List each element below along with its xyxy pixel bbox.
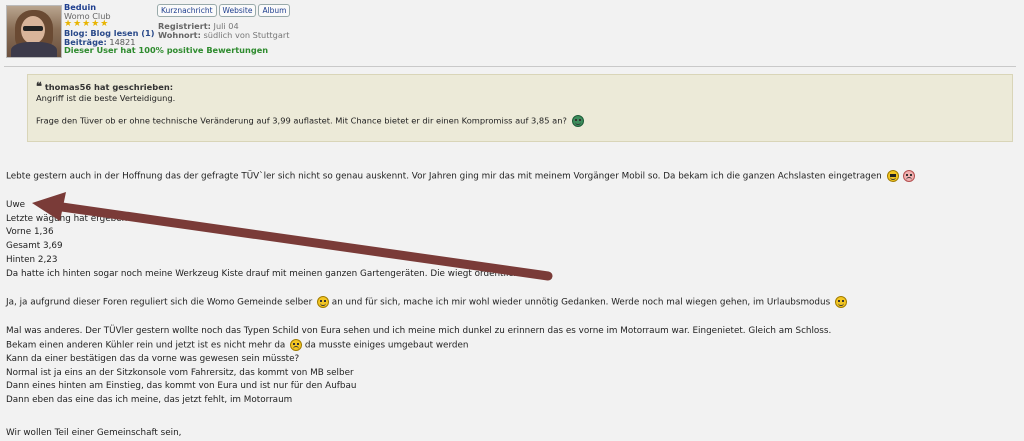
quote-author: thomas56 hat geschrieben:	[44, 82, 174, 92]
post-divider	[4, 66, 1016, 67]
quote-line-1: Angriff ist die beste Verteidigung.	[36, 93, 176, 103]
quote-mark-icon: ❝	[36, 80, 42, 93]
positive-rating: Dieser User hat 100% positive Bewertunge…	[64, 45, 269, 56]
post-line-uwe: Uwe	[6, 200, 26, 210]
user-avatar[interactable]	[6, 5, 62, 58]
post-line-total: Gesamt 3,69	[6, 241, 63, 252]
residence-label: Wohnort:	[158, 30, 201, 40]
post-line-p6: Normal ist ja eins an der Sitzkonsole vo…	[6, 367, 354, 378]
post-paragraph-2: Ja, ja aufgrund dieser Foren reguliert s…	[6, 296, 847, 310]
post-line-p5: Kann da einer bestätigen das da vorne wa…	[6, 353, 300, 364]
profile-buttons: Kurznachricht Website Album	[157, 4, 291, 17]
album-button[interactable]: Album	[258, 4, 291, 17]
green-smiley-icon	[571, 115, 584, 127]
sad-smiley-icon	[903, 170, 916, 182]
registration-info: Registriert: Juli 04 Wohnort: südlich vo…	[158, 22, 289, 40]
worried-smiley-icon	[290, 338, 303, 351]
quote-line-2: Frage den Tüver ob er ohne technische Ve…	[36, 115, 567, 126]
post-line-p4a: Bekam einen anderen Kühler rein und jetz…	[6, 340, 286, 351]
post-text-1: Lebte gestern auch in der Hoffnung das d…	[6, 171, 882, 182]
post-weights-block: Uwe Letzte wägung hat ergeben Vorne 1,36…	[6, 199, 519, 281]
post-line-p7: Dann eines hinten am Einstieg, das kommt…	[6, 381, 357, 392]
signature: Wir wollen Teil einer Gemeinschaft sein,	[6, 428, 182, 438]
private-message-button[interactable]: Kurznachricht	[157, 4, 217, 17]
smile-icon	[317, 296, 329, 308]
post-line-rear: Hinten 2,23	[6, 254, 58, 265]
cool-smiley-icon	[886, 170, 899, 182]
avatar-sunglasses	[23, 26, 43, 31]
post-paragraph-3: Mal was anderes. Der TÜVler gestern woll…	[6, 325, 831, 408]
website-button[interactable]: Website	[218, 4, 257, 17]
post-text-2b: an und für sich, mache ich mir wohl wied…	[331, 297, 831, 308]
post-line-p8: Dann eben das eine das ich meine, das je…	[6, 395, 293, 406]
post-line-p3: Mal was anderes. Der TÜVler gestern woll…	[6, 326, 832, 336]
post-paragraph-1: Lebte gestern auch in der Hoffnung das d…	[6, 170, 916, 184]
residence-value: südlich von Stuttgart	[203, 30, 290, 40]
post-text-2a: Ja, ja aufgrund dieser Foren reguliert s…	[6, 297, 313, 308]
post-line-toolbox: Da hatte ich hinten sogar noch meine Wer…	[6, 268, 519, 279]
quote-box: ❝ thomas56 hat geschrieben: Angriff ist …	[27, 74, 1013, 142]
smile-icon-2	[834, 296, 847, 308]
post-line-weighing: Letzte wägung hat ergeben	[6, 213, 128, 224]
avatar-body	[11, 42, 57, 57]
post-line-p4b: da musste einiges umgebaut werden	[304, 340, 469, 351]
post-line-front: Vorne 1,36	[6, 227, 54, 238]
